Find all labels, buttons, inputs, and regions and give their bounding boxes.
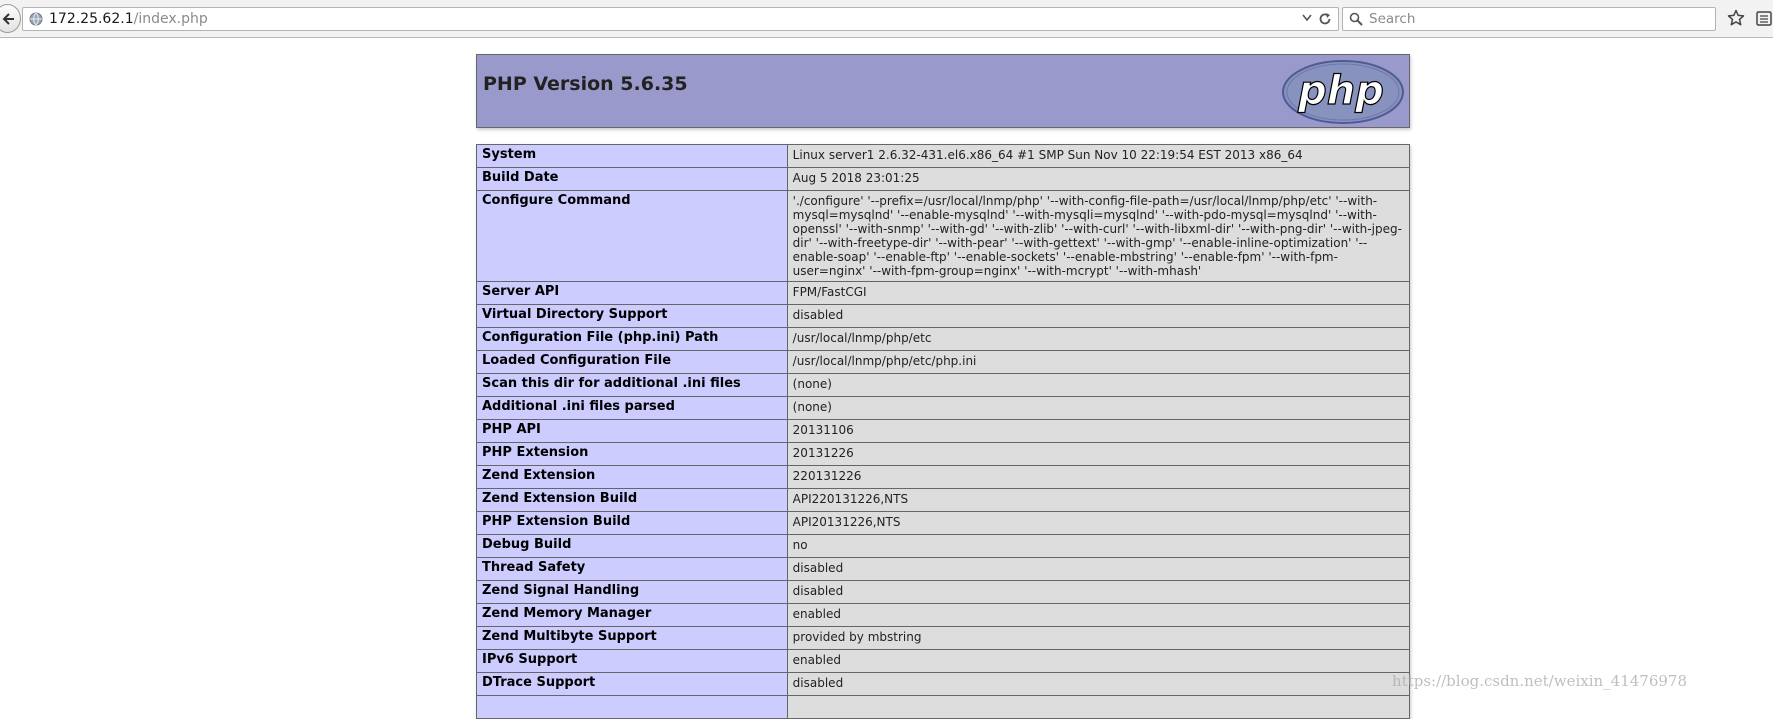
address-bar[interactable]: 172.25.62.1/index.php	[22, 7, 1339, 31]
table-row: PHP Extension Build API20131226,NTS	[476, 511, 1411, 535]
row-label: System	[476, 144, 788, 168]
row-label: Zend Extension Build	[476, 488, 788, 512]
row-label: PHP Extension	[476, 442, 788, 466]
php-version-header: PHP Version 5.6.35 php	[476, 54, 1410, 128]
phpinfo-content: PHP Version 5.6.35 php System Linux serve…	[476, 54, 1411, 719]
row-value: /usr/local/lnmp/php/etc/php.ini	[786, 350, 1411, 374]
search-icon	[1349, 12, 1363, 26]
search-input[interactable]	[1367, 9, 1707, 29]
row-label: Server API	[476, 281, 788, 305]
table-row: Virtual Directory Support disabled	[476, 304, 1411, 328]
table-row: DTrace Support disabled	[476, 672, 1411, 696]
back-arrow-icon	[2, 12, 14, 25]
row-label: IPv6 Support	[476, 649, 788, 673]
row-value: enabled	[786, 603, 1411, 627]
row-value: FPM/FastCGI	[786, 281, 1411, 305]
table-row: Zend Memory Manager enabled	[476, 603, 1411, 627]
row-label: Thread Safety	[476, 557, 788, 581]
globe-icon	[29, 12, 43, 26]
table-row: Configure Command './configure' '--prefix…	[476, 190, 1411, 282]
row-value: 20131226	[786, 442, 1411, 466]
row-label: Build Date	[476, 167, 788, 191]
row-value: API20131226,NTS	[786, 511, 1411, 535]
row-value: /usr/local/lnmp/php/etc	[786, 327, 1411, 351]
row-value: disabled	[786, 672, 1411, 696]
row-value: no	[786, 534, 1411, 558]
row-value: disabled	[786, 580, 1411, 604]
table-row: Debug Build no	[476, 534, 1411, 558]
php-logo[interactable]: php	[1281, 59, 1405, 125]
row-value: enabled	[786, 649, 1411, 673]
row-value: (none)	[786, 396, 1411, 420]
table-row: Zend Extension Build API220131226,NTS	[476, 488, 1411, 512]
row-value: disabled	[786, 557, 1411, 581]
info-table: System Linux server1 2.6.32-431.el6.x86_6…	[476, 144, 1411, 719]
row-label: Configuration File (php.ini) Path	[476, 327, 788, 351]
row-label: Zend Multibyte Support	[476, 626, 788, 650]
bookmarks-library-icon[interactable]	[1756, 10, 1773, 27]
row-label: Zend Signal Handling	[476, 580, 788, 604]
table-row: PHP Extension 20131226	[476, 442, 1411, 466]
table-row: Server API FPM/FastCGI	[476, 281, 1411, 305]
table-row: IPv6 Support enabled	[476, 649, 1411, 673]
row-label: Debug Build	[476, 534, 788, 558]
url-host: 172.25.62.1	[49, 11, 134, 27]
row-value: (none)	[786, 373, 1411, 397]
row-value: disabled	[786, 304, 1411, 328]
table-row: Scan this dir for additional .ini files(…	[476, 373, 1411, 397]
url-path: /index.php	[133, 11, 208, 27]
table-row: Loaded Configuration File/usr/local/lnmp…	[476, 350, 1411, 374]
watermark: https://blog.csdn.net/weixin_41476978	[1392, 672, 1688, 690]
bookmark-star-icon[interactable]	[1727, 9, 1745, 27]
chevron-down-icon[interactable]	[1302, 14, 1312, 22]
row-label: Scan this dir for additional .ini files	[476, 373, 788, 397]
php-logo-text: php	[1297, 68, 1384, 114]
row-label: PHP API	[476, 419, 788, 443]
row-label	[476, 695, 788, 719]
table-row: Zend Multibyte Support provided by mbstri…	[476, 626, 1411, 650]
table-row: PHP API 20131106	[476, 419, 1411, 443]
table-row: Build Date Aug 5 2018 23:01:25	[476, 167, 1411, 191]
row-value: API220131226,NTS	[786, 488, 1411, 512]
table-row	[476, 695, 1411, 719]
row-label: Additional .ini files parsed	[476, 396, 788, 420]
page-title: PHP Version 5.6.35	[483, 73, 688, 95]
row-label: PHP Extension Build	[476, 511, 788, 535]
row-value: './configure' '--prefix=/usr/local/lnmp/…	[786, 190, 1411, 282]
row-label: Virtual Directory Support	[476, 304, 788, 328]
row-label: Zend Extension	[476, 465, 788, 489]
browser-toolbar: 172.25.62.1/index.php	[0, 0, 1773, 38]
row-value: 20131106	[786, 419, 1411, 443]
row-label: Loaded Configuration File	[476, 350, 788, 374]
back-button[interactable]	[0, 4, 21, 33]
row-label: Configure Command	[476, 190, 788, 282]
row-label: DTrace Support	[476, 672, 788, 696]
row-value: Linux server1 2.6.32-431.el6.x86_64 #1 S…	[786, 144, 1411, 168]
table-row: Additional .ini files parsed (none)	[476, 396, 1411, 420]
row-value: Aug 5 2018 23:01:25	[786, 167, 1411, 191]
row-label: Zend Memory Manager	[476, 603, 788, 627]
row-value: provided by mbstring	[786, 626, 1411, 650]
table-row: Configuration File (php.ini) Path/usr/lo…	[476, 327, 1411, 351]
table-row: Thread Safety disabled	[476, 557, 1411, 581]
table-row: Zend Extension 220131226	[476, 465, 1411, 489]
search-box[interactable]	[1342, 7, 1716, 31]
reload-icon[interactable]	[1318, 12, 1332, 26]
row-value: 220131226	[786, 465, 1411, 489]
url-text[interactable]: 172.25.62.1/index.php	[49, 8, 208, 30]
table-row: System Linux server1 2.6.32-431.el6.x86_6…	[476, 144, 1411, 168]
table-row: Zend Signal Handling disabled	[476, 580, 1411, 604]
row-value	[786, 695, 1411, 719]
